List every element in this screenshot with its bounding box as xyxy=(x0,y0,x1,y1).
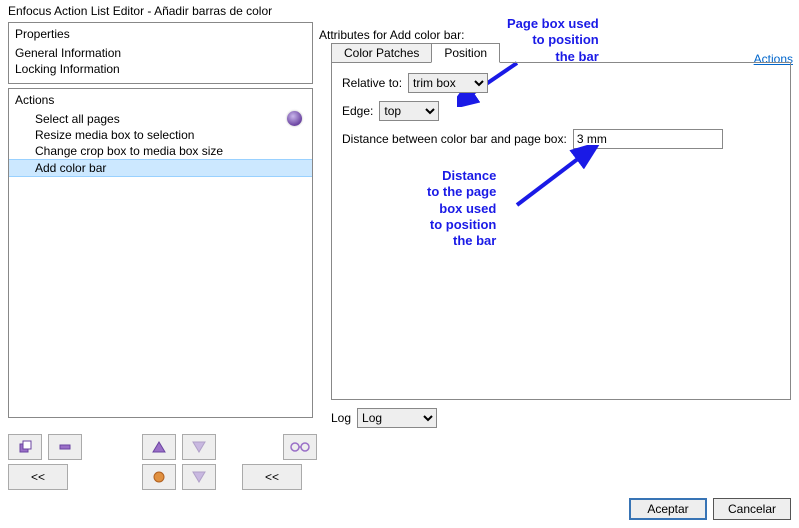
bottom-toolbar xyxy=(0,428,799,464)
arrow-icon xyxy=(507,145,607,225)
triangle-down-icon xyxy=(192,441,206,453)
log-label: Log xyxy=(331,411,351,425)
right-panel: Attributes for Add color bar: Actions Pa… xyxy=(319,22,791,428)
actions-title: Actions xyxy=(9,89,312,111)
properties-item[interactable]: General Information xyxy=(15,45,306,61)
circle-icon xyxy=(152,470,166,484)
position-panel: Color Patches Position Relative to: trim… xyxy=(331,62,791,400)
relative-to-select[interactable]: trim box xyxy=(408,73,488,93)
cancel-button[interactable]: Cancelar xyxy=(713,498,791,520)
actions-box: Actions Select all pages Resize media bo… xyxy=(8,88,313,418)
dialog-buttons: Aceptar Cancelar xyxy=(0,494,799,528)
glasses-icon xyxy=(290,441,310,453)
attributes-label: Attributes for Add color bar: xyxy=(319,28,791,42)
properties-item[interactable]: Locking Information xyxy=(15,61,306,77)
properties-title: Properties xyxy=(15,27,306,41)
distance-label: Distance between color bar and page box: xyxy=(342,132,567,146)
toolbar-btn-down2[interactable] xyxy=(182,464,216,490)
log-row: Log Log xyxy=(331,408,791,428)
toolbar-btn-glasses[interactable] xyxy=(283,434,317,460)
edge-select[interactable]: top xyxy=(379,101,439,121)
bottom-toolbar-row2: << << xyxy=(0,464,799,494)
orb-icon xyxy=(287,111,302,126)
left-panel: Properties General Information Locking I… xyxy=(8,22,313,428)
log-select[interactable]: Log xyxy=(357,408,437,428)
tab-position[interactable]: Position xyxy=(431,43,500,63)
action-item[interactable]: Change crop box to media box size xyxy=(9,143,312,159)
action-item[interactable]: Select all pages xyxy=(9,111,312,127)
toolbar-btn-1[interactable] xyxy=(8,434,42,460)
accept-button[interactable]: Aceptar xyxy=(629,498,707,520)
edge-label: Edge: xyxy=(342,104,373,118)
minus-icon xyxy=(58,442,72,452)
tab-color-patches[interactable]: Color Patches xyxy=(331,43,432,63)
triangle-down-icon xyxy=(192,471,206,483)
rewind-button-right[interactable]: << xyxy=(242,464,302,490)
action-item[interactable]: Resize media box to selection xyxy=(9,127,312,143)
action-item-selected[interactable]: Add color bar xyxy=(9,159,312,177)
toolbar-btn-up[interactable] xyxy=(142,434,176,460)
toolbar-btn-record[interactable] xyxy=(142,464,176,490)
annotation-bottom: Distance to the page box used to positio… xyxy=(427,168,496,249)
window-title: Enfocus Action List Editor - Añadir barr… xyxy=(0,0,799,22)
toolbar-btn-down[interactable] xyxy=(182,434,216,460)
new-icon xyxy=(18,440,32,454)
toolbar-btn-2[interactable] xyxy=(48,434,82,460)
triangle-up-icon xyxy=(152,441,166,453)
relative-to-label: Relative to: xyxy=(342,76,402,90)
distance-input[interactable] xyxy=(573,129,723,149)
rewind-button-left[interactable]: << xyxy=(8,464,68,490)
properties-box: Properties General Information Locking I… xyxy=(8,22,313,84)
